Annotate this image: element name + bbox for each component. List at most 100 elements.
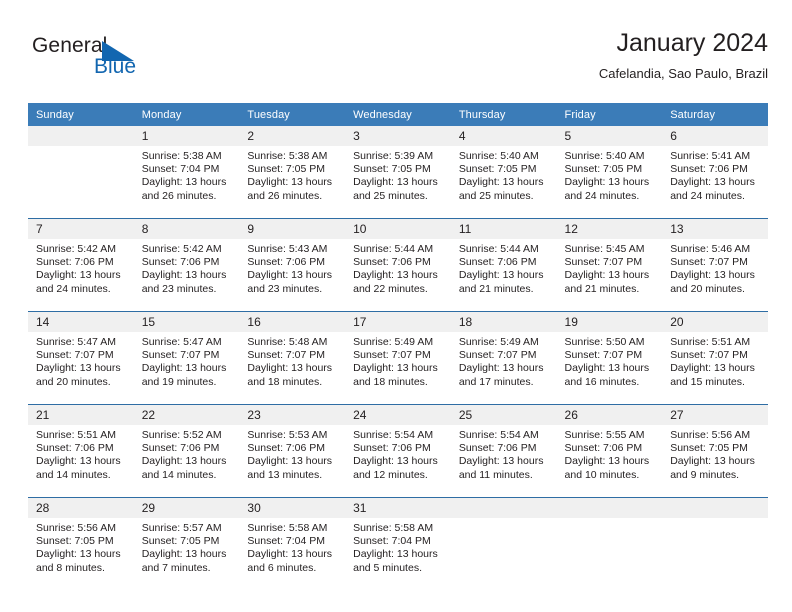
- day-number-cell[interactable]: 30: [239, 498, 346, 518]
- day-cell[interactable]: Sunrise: 5:58 AM Sunset: 7:04 PM Daylight:…: [239, 518, 345, 590]
- day-daylight-line2-text: and 26 minutes.: [247, 189, 323, 202]
- day-number-cell[interactable]: 13: [662, 219, 768, 239]
- day-cell[interactable]: Sunrise: 5:41 AM Sunset: 7:06 PM Daylight:…: [662, 146, 768, 218]
- day-cell[interactable]: Sunrise: 5:42 AM Sunset: 7:06 PM Daylight:…: [134, 239, 240, 311]
- day-daylight-line1-text: Daylight: 13 hours: [458, 362, 544, 375]
- day-daylight-line2-text: and 12 minutes.: [353, 468, 428, 481]
- day-cell[interactable]: Sunrise: 5:56 AM Sunset: 7:05 PM Daylight:…: [28, 518, 134, 590]
- day-detail-row: Sunrise: 5:47 AM Sunset: 7:07 PM Daylight:…: [28, 332, 768, 404]
- day-cell[interactable]: Sunrise: 5:45 AM Sunset: 7:07 PM Daylight:…: [557, 239, 663, 311]
- day-number-cell[interactable]: 9: [239, 219, 346, 239]
- day-cell[interactable]: Sunrise: 5:49 AM Sunset: 7:07 PM Daylight:…: [345, 332, 451, 404]
- day-number-cell[interactable]: 3: [345, 126, 451, 146]
- day-cell[interactable]: Sunrise: 5:38 AM Sunset: 7:04 PM Daylight:…: [134, 146, 240, 218]
- day-cell[interactable]: Sunrise: 5:47 AM Sunset: 7:07 PM Daylight:…: [134, 332, 240, 404]
- day-sunrise-text: Sunrise: 5:56 AM: [670, 429, 751, 441]
- day-cell[interactable]: Sunrise: 5:50 AM Sunset: 7:07 PM Daylight:…: [557, 332, 663, 404]
- brand-logo[interactable]: General Blue: [32, 34, 212, 90]
- day-cell-empty: [28, 146, 134, 218]
- day-number-cell[interactable]: 8: [133, 219, 240, 239]
- day-number-cell[interactable]: 31: [345, 498, 451, 518]
- day-number-cell[interactable]: 6: [662, 126, 768, 146]
- day-number-cell[interactable]: 23: [239, 405, 346, 425]
- day-cell[interactable]: Sunrise: 5:54 AM Sunset: 7:06 PM Daylight:…: [345, 425, 451, 497]
- day-cell[interactable]: Sunrise: 5:53 AM Sunset: 7:06 PM Daylight:…: [239, 425, 345, 497]
- day-daylight-line2-text: and 23 minutes.: [141, 282, 217, 295]
- day-cell[interactable]: Sunrise: 5:56 AM Sunset: 7:05 PM Daylight:…: [662, 425, 768, 497]
- day-sunrise-text: Sunrise: 5:39 AM: [353, 150, 434, 162]
- day-daylight-line1-text: Daylight: 13 hours: [353, 548, 438, 561]
- day-cell[interactable]: Sunrise: 5:40 AM Sunset: 7:05 PM Daylight:…: [451, 146, 557, 218]
- day-cell[interactable]: Sunrise: 5:49 AM Sunset: 7:07 PM Daylight:…: [451, 332, 557, 404]
- day-sunset-text: Sunset: 7:04 PM: [247, 535, 326, 548]
- day-number-cell[interactable]: 12: [556, 219, 663, 239]
- day-sunrise-text: Sunrise: 5:40 AM: [458, 150, 539, 162]
- day-number-cell[interactable]: 28: [28, 498, 134, 518]
- day-cell[interactable]: Sunrise: 5:55 AM Sunset: 7:06 PM Daylight:…: [557, 425, 663, 497]
- day-cell[interactable]: Sunrise: 5:42 AM Sunset: 7:06 PM Daylight:…: [28, 239, 134, 311]
- day-sunrise-text: Sunrise: 5:44 AM: [458, 243, 539, 255]
- day-number-cell[interactable]: 25: [450, 405, 557, 425]
- day-daylight-line2-text: and 18 minutes.: [353, 375, 428, 388]
- day-sunrise-text: Sunrise: 5:53 AM: [247, 429, 328, 441]
- day-daylight-line1-text: Daylight: 13 hours: [670, 176, 755, 189]
- day-sunset-text: Sunset: 7:06 PM: [141, 442, 220, 455]
- day-sunset-text: Sunset: 7:05 PM: [247, 163, 326, 176]
- day-number-cell[interactable]: 20: [662, 312, 768, 332]
- day-cell[interactable]: Sunrise: 5:44 AM Sunset: 7:06 PM Daylight:…: [345, 239, 451, 311]
- title-block: January 2024 Cafelandia, Sao Paulo, Braz…: [599, 28, 768, 83]
- day-daylight-line1-text: Daylight: 13 hours: [670, 362, 755, 375]
- day-cell[interactable]: Sunrise: 5:52 AM Sunset: 7:06 PM Daylight:…: [134, 425, 240, 497]
- day-sunrise-text: Sunrise: 5:48 AM: [247, 336, 328, 348]
- day-number-cell[interactable]: 11: [450, 219, 557, 239]
- day-number-row: 123456: [28, 126, 768, 146]
- day-daylight-line2-text: and 7 minutes.: [141, 561, 211, 574]
- day-sunset-text: Sunset: 7:07 PM: [36, 349, 114, 362]
- day-cell[interactable]: Sunrise: 5:48 AM Sunset: 7:07 PM Daylight:…: [239, 332, 345, 404]
- day-cell[interactable]: Sunrise: 5:58 AM Sunset: 7:04 PM Daylight:…: [345, 518, 451, 590]
- day-number-cell[interactable]: 14: [28, 312, 134, 332]
- day-number-cell[interactable]: 24: [345, 405, 451, 425]
- day-number-cell[interactable]: 5: [556, 126, 663, 146]
- day-cell-empty: [451, 518, 557, 590]
- day-cell[interactable]: Sunrise: 5:43 AM Sunset: 7:06 PM Daylight:…: [239, 239, 345, 311]
- day-number-cell[interactable]: 19: [556, 312, 663, 332]
- day-sunrise-text: Sunrise: 5:45 AM: [564, 243, 645, 255]
- day-number-cell[interactable]: 1: [133, 126, 240, 146]
- day-number-cell[interactable]: 21: [28, 405, 134, 425]
- day-number-cell[interactable]: 10: [345, 219, 451, 239]
- day-cell[interactable]: Sunrise: 5:54 AM Sunset: 7:06 PM Daylight:…: [451, 425, 557, 497]
- day-cell[interactable]: Sunrise: 5:46 AM Sunset: 7:07 PM Daylight:…: [662, 239, 768, 311]
- day-daylight-line1-text: Daylight: 13 hours: [247, 269, 333, 282]
- day-number-cell[interactable]: 26: [556, 405, 663, 425]
- day-number-cell[interactable]: 18: [450, 312, 557, 332]
- page-header: General Blue January 2024 Cafelandia, Sa…: [28, 28, 768, 98]
- day-daylight-line1-text: Daylight: 13 hours: [141, 455, 227, 468]
- day-sunrise-text: Sunrise: 5:49 AM: [353, 336, 434, 348]
- day-cell[interactable]: Sunrise: 5:47 AM Sunset: 7:07 PM Daylight:…: [28, 332, 134, 404]
- day-number-cell[interactable]: 22: [133, 405, 240, 425]
- day-cell[interactable]: Sunrise: 5:51 AM Sunset: 7:06 PM Daylight:…: [28, 425, 134, 497]
- day-cell[interactable]: Sunrise: 5:44 AM Sunset: 7:06 PM Daylight:…: [451, 239, 557, 311]
- day-cell[interactable]: Sunrise: 5:57 AM Sunset: 7:05 PM Daylight:…: [134, 518, 240, 590]
- day-daylight-line1-text: Daylight: 13 hours: [564, 176, 650, 189]
- day-number-cell[interactable]: 4: [450, 126, 557, 146]
- day-number-cell[interactable]: 16: [239, 312, 346, 332]
- day-number-cell[interactable]: 29: [133, 498, 240, 518]
- day-number-cell[interactable]: 15: [133, 312, 240, 332]
- day-daylight-line2-text: and 21 minutes.: [564, 282, 640, 295]
- day-cell[interactable]: Sunrise: 5:38 AM Sunset: 7:05 PM Daylight:…: [239, 146, 345, 218]
- day-number-cell[interactable]: 17: [345, 312, 451, 332]
- day-sunrise-text: Sunrise: 5:54 AM: [353, 429, 434, 441]
- day-sunrise-text: Sunrise: 5:47 AM: [141, 336, 222, 348]
- day-cell[interactable]: Sunrise: 5:40 AM Sunset: 7:05 PM Daylight:…: [557, 146, 663, 218]
- day-number-row: 7 8 9 10 11 12 13: [28, 219, 768, 239]
- day-daylight-line2-text: and 23 minutes.: [247, 282, 323, 295]
- day-cell[interactable]: Sunrise: 5:51 AM Sunset: 7:07 PM Daylight:…: [662, 332, 768, 404]
- day-sunrise-text: Sunrise: 5:38 AM: [247, 150, 328, 162]
- day-number-cell[interactable]: 7: [28, 219, 134, 239]
- day-detail-row: Sunrise: 5:42 AM Sunset: 7:06 PM Daylight:…: [28, 239, 768, 311]
- day-number-cell[interactable]: 2: [239, 126, 346, 146]
- day-cell[interactable]: Sunrise: 5:39 AM Sunset: 7:05 PM Daylight:…: [345, 146, 451, 218]
- day-number-cell[interactable]: 27: [662, 405, 768, 425]
